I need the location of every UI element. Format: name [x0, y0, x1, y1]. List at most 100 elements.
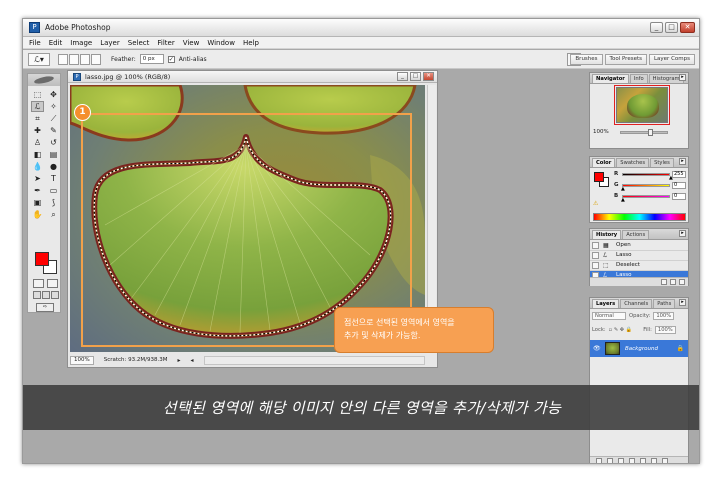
standard-mode-icon[interactable] [33, 279, 44, 288]
intersect-selection-button[interactable] [91, 53, 101, 65]
horizontal-scrollbar[interactable] [203, 355, 425, 365]
history-item[interactable]: ▦ Open [590, 241, 688, 251]
scroll-left-arrow-icon[interactable]: ◂ [191, 357, 194, 364]
new-document-icon[interactable] [661, 279, 667, 285]
stamp-tool-icon[interactable]: ♙ [31, 137, 44, 148]
screen-mode-full-icon[interactable] [51, 291, 59, 299]
layer-mask-icon[interactable] [618, 458, 624, 463]
history-source-box[interactable] [592, 242, 599, 249]
tool-preset-picker[interactable]: ℒ▾ [28, 52, 50, 66]
doc-close-button[interactable]: ✕ [423, 72, 434, 81]
layer-style-icon[interactable] [607, 458, 613, 463]
color-spectrum-bar[interactable] [593, 213, 686, 221]
doc-minimize-button[interactable]: _ [397, 72, 408, 81]
brush-tool-icon[interactable]: ✎ [47, 125, 60, 136]
green-value-input[interactable]: 0 [672, 182, 686, 189]
well-layer-comps[interactable]: Layer Comps [648, 54, 695, 65]
well-tool-presets[interactable]: Tool Presets [604, 54, 647, 65]
tab-swatches[interactable]: Swatches [616, 158, 650, 167]
color-menu-icon[interactable]: ▸ [679, 158, 686, 165]
lasso-tool-icon[interactable]: ℒ [31, 101, 44, 112]
tab-channels[interactable]: Channels [620, 299, 653, 308]
layer-row-background[interactable]: 👁 Background 🔒 [590, 340, 688, 357]
tab-paths[interactable]: Paths [653, 299, 676, 308]
navigator-zoom-slider[interactable] [620, 129, 668, 136]
history-item[interactable]: ℒ Lasso [590, 251, 688, 261]
screen-mode-full-menu-icon[interactable] [42, 291, 50, 299]
menu-filter[interactable]: Filter [157, 39, 174, 47]
doc-maximize-button[interactable]: □ [410, 72, 421, 81]
layers-menu-icon[interactable]: ▸ [679, 299, 686, 306]
link-layers-icon[interactable] [596, 458, 602, 463]
menu-layer[interactable]: Layer [100, 39, 120, 47]
tab-styles[interactable]: Styles [650, 158, 674, 167]
minimize-button[interactable]: _ [650, 22, 663, 33]
tab-info[interactable]: Info [629, 74, 648, 83]
layer-name[interactable]: Background [625, 346, 658, 352]
navigator-slider-knob[interactable] [648, 129, 653, 136]
status-menu-arrow-icon[interactable]: ▸ [177, 357, 180, 364]
hand-tool-icon[interactable]: ✋ [31, 209, 44, 220]
screen-mode-standard-icon[interactable] [33, 291, 41, 299]
eyedropper-tool-icon[interactable]: ⟆ [47, 197, 60, 208]
subtract-selection-button[interactable] [80, 53, 90, 65]
blue-slider[interactable] [622, 195, 670, 198]
delete-state-icon[interactable] [679, 279, 685, 285]
tab-actions[interactable]: Actions [622, 230, 650, 239]
red-value-input[interactable]: 255 [672, 171, 686, 178]
zoom-tool-icon[interactable]: ⌕ [47, 209, 60, 220]
foreground-color-swatch[interactable] [35, 252, 49, 266]
fill-input[interactable]: 100% [654, 326, 676, 334]
delete-layer-icon[interactable] [662, 458, 668, 463]
eraser-tool-icon[interactable]: ◧ [31, 149, 44, 160]
pen-tool-icon[interactable]: ✒ [31, 185, 44, 196]
tab-navigator[interactable]: Navigator [592, 74, 629, 83]
shape-tool-icon[interactable]: ▭ [47, 185, 60, 196]
history-item[interactable]: ⬚ Deselect [590, 261, 688, 271]
eye-icon[interactable]: 👁 [593, 345, 601, 353]
history-menu-icon[interactable]: ▸ [679, 230, 686, 237]
quick-mask-icon[interactable] [47, 279, 58, 288]
blur-tool-icon[interactable]: 💧 [31, 161, 44, 172]
menu-help[interactable]: Help [243, 39, 259, 47]
menu-select[interactable]: Select [128, 39, 150, 47]
healing-tool-icon[interactable]: ✚ [31, 125, 44, 136]
navigator-zoom[interactable]: 100% [593, 129, 609, 135]
opacity-input[interactable]: 100% [653, 312, 675, 320]
slice-tool-icon[interactable]: ⟋ [47, 113, 60, 124]
menu-file[interactable]: File [29, 39, 41, 47]
move-tool-icon[interactable]: ✥ [47, 89, 60, 100]
menu-view[interactable]: View [183, 39, 200, 47]
notes-tool-icon[interactable]: ▣ [31, 197, 44, 208]
navigator-menu-icon[interactable]: ▸ [679, 74, 686, 81]
new-selection-button[interactable] [58, 53, 68, 65]
jump-to-imageready-icon[interactable]: ⇨ [36, 303, 54, 312]
new-fill-layer-icon[interactable] [629, 458, 635, 463]
history-brush-icon[interactable]: ↺ [47, 137, 60, 148]
type-tool-icon[interactable]: T [47, 173, 60, 184]
red-slider[interactable] [622, 173, 670, 176]
gradient-tool-icon[interactable]: ▤ [47, 149, 60, 160]
menu-window[interactable]: Window [207, 39, 235, 47]
dodge-tool-icon[interactable]: ● [47, 161, 60, 172]
toolbox-handle[interactable] [28, 74, 60, 86]
close-button[interactable]: ✕ [680, 22, 695, 33]
new-layer-icon[interactable] [651, 458, 657, 463]
blend-mode-select[interactable]: Normal [592, 312, 626, 320]
lock-icons[interactable]: ▫ ✎ ✥ 🔒 [609, 327, 633, 333]
add-selection-button[interactable] [69, 53, 79, 65]
magic-wand-tool-icon[interactable]: ✧ [47, 101, 60, 112]
new-snapshot-icon[interactable] [670, 279, 676, 285]
menu-edit[interactable]: Edit [49, 39, 63, 47]
history-source-box[interactable] [592, 252, 599, 259]
blue-value-input[interactable]: 0 [672, 193, 686, 200]
antialias-checkbox[interactable]: ✓ [167, 55, 175, 63]
menu-image[interactable]: Image [70, 39, 92, 47]
feather-input[interactable]: 0 px [139, 54, 164, 64]
tab-layers[interactable]: Layers [592, 299, 620, 308]
tab-color[interactable]: Color [592, 158, 616, 167]
gamut-warning-icon[interactable]: ⚠ [593, 200, 598, 207]
well-brushes[interactable]: Brushes [570, 54, 603, 65]
navigator-view-box[interactable] [614, 85, 670, 125]
zoom-field[interactable]: 100% [70, 355, 94, 365]
